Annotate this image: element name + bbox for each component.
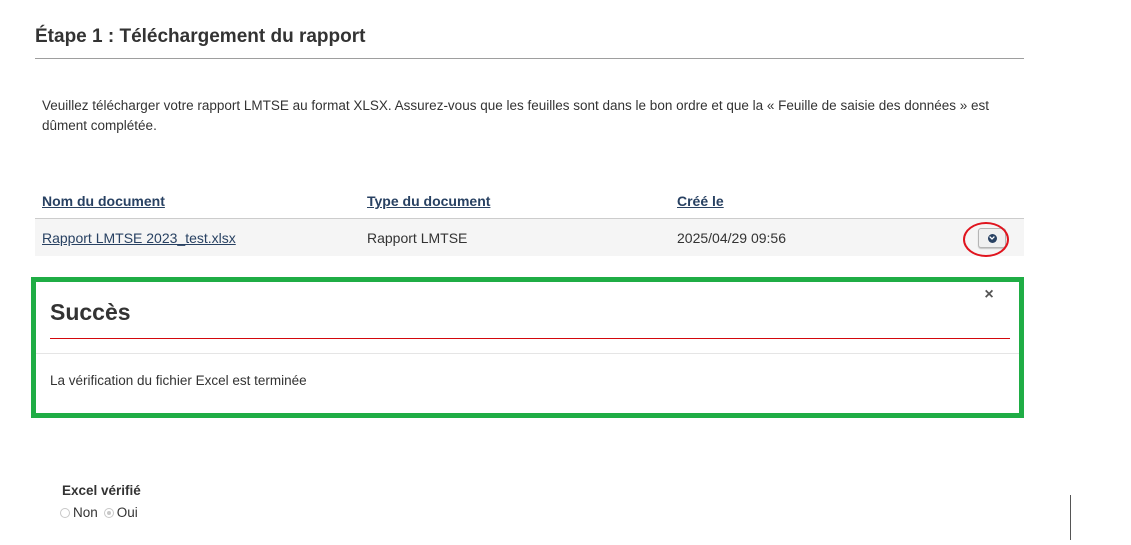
column-header-actions — [953, 190, 1024, 219]
radio-non-label: Non — [73, 505, 98, 520]
cell-document-name: Rapport LMTSE 2023_test.xlsx — [35, 218, 360, 256]
annotation-red-circle — [963, 222, 1009, 257]
text-cursor-line — [1070, 495, 1071, 540]
cell-document-type: Rapport LMTSE — [360, 218, 670, 256]
sort-link-created[interactable]: Créé le — [677, 193, 724, 209]
column-header-created[interactable]: Créé le — [670, 190, 953, 219]
radio-oui-button[interactable] — [103, 507, 114, 518]
sort-link-name[interactable]: Nom du document — [42, 193, 165, 209]
success-alert: × Succès La vérification du fichier Exce… — [31, 277, 1024, 418]
cell-created-date: 2025/04/29 09:56 — [670, 218, 953, 256]
success-title: Succès — [50, 299, 131, 325]
sort-link-type[interactable]: Type du document — [367, 193, 490, 209]
step-title: Étape 1 : Téléchargement du rapport — [35, 26, 366, 47]
document-link[interactable]: Rapport LMTSE 2023_test.xlsx — [42, 230, 236, 246]
excel-verified-radio-group: Non Oui — [60, 505, 144, 520]
radio-oui-label: Oui — [116, 505, 138, 520]
upload-instructions: Veuillez télécharger votre rapport LMTSE… — [42, 98, 990, 133]
success-message: La vérification du fichier Excel est ter… — [50, 373, 307, 388]
excel-verified-label: Excel vérifié — [62, 483, 141, 498]
success-divider — [36, 353, 1019, 354]
radio-non-button[interactable] — [60, 507, 70, 518]
title-divider — [35, 58, 1024, 59]
radio-non[interactable]: Non — [60, 505, 98, 520]
table-header-row: Nom du document Type du document Créé le — [35, 190, 1024, 219]
table-row: Rapport LMTSE 2023_test.xlsx Rapport LMT… — [35, 218, 1024, 256]
documents-table: Nom du document Type du document Créé le… — [35, 190, 1024, 256]
column-header-type[interactable]: Type du document — [360, 190, 670, 219]
radio-oui[interactable]: Oui — [103, 505, 138, 520]
success-title-rule — [50, 338, 1010, 339]
close-icon[interactable]: × — [981, 286, 997, 304]
column-header-name[interactable]: Nom du document — [35, 190, 360, 219]
